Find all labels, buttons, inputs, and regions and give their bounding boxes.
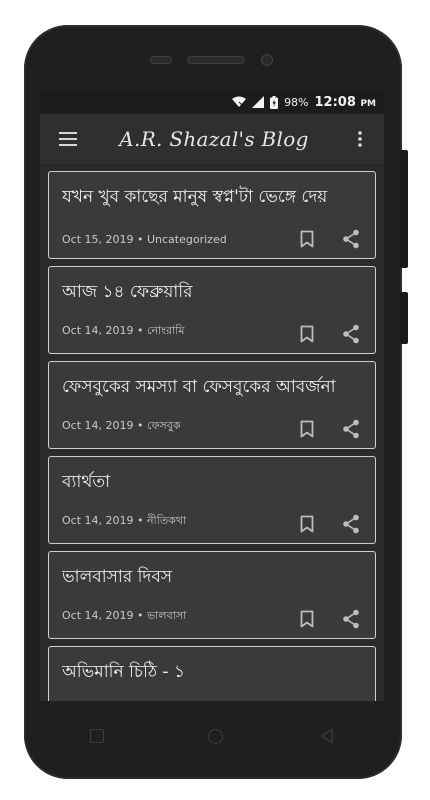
- post-category[interactable]: নীতিকথা: [147, 514, 186, 527]
- post-title[interactable]: আজ ১৪ ফেব্রুয়ারি: [62, 279, 363, 305]
- post-list: যখন খুব কাছের মানুষ স্বপ্ন'টা ভেঙ্গে দেয…: [40, 165, 384, 701]
- hamburger-menu-icon[interactable]: [56, 127, 80, 151]
- post-actions: [297, 229, 361, 249]
- bookmark-icon[interactable]: [297, 514, 317, 534]
- more-options-icon[interactable]: [348, 127, 372, 151]
- post-title[interactable]: ভালবাসার দিবস: [62, 564, 363, 590]
- earpiece-speaker: [187, 56, 245, 64]
- share-icon[interactable]: [341, 324, 361, 344]
- recent-apps-icon[interactable]: [90, 729, 104, 743]
- post-meta: Oct 14, 2019 • নীতিকথা: [62, 514, 187, 527]
- bookmark-icon[interactable]: [297, 324, 317, 344]
- battery-level: 98%: [284, 95, 309, 109]
- post-actions: [297, 514, 361, 534]
- post-date: Oct 14, 2019: [62, 324, 134, 337]
- post-category[interactable]: Uncategorized: [147, 233, 227, 246]
- post-card[interactable]: যখন খুব কাছের মানুষ স্বপ্ন'টা ভেঙ্গে দেয…: [48, 171, 376, 259]
- post-title[interactable]: অভিমানি চিঠি - ১: [62, 659, 363, 685]
- signal-icon: [252, 96, 265, 108]
- post-meta: Oct 14, 2019 • ভালবাসা: [62, 609, 187, 622]
- battery-icon: [270, 95, 279, 109]
- share-icon[interactable]: [341, 229, 361, 249]
- post-date: Oct 15, 2019: [62, 233, 134, 246]
- post-title[interactable]: যখন খুব কাছের মানুষ স্বপ্ন'টা ভেঙ্গে দেয…: [62, 184, 363, 210]
- post-date: Oct 14, 2019: [62, 419, 134, 432]
- status-time: 12:08 PM: [314, 94, 376, 110]
- post-date: Oct 14, 2019: [62, 514, 134, 527]
- post-actions: [297, 609, 361, 629]
- share-icon[interactable]: [341, 514, 361, 534]
- share-icon[interactable]: [341, 609, 361, 629]
- post-meta: Oct 15, 2019 • Uncategorized: [62, 233, 227, 246]
- post-card[interactable]: ব্যার্থতা Oct 14, 2019 • নীতিকথা: [48, 456, 376, 544]
- home-icon[interactable]: [208, 729, 223, 744]
- share-icon[interactable]: [341, 419, 361, 439]
- post-date: Oct 14, 2019: [62, 609, 134, 622]
- post-card[interactable]: ফেসবুকের সমস্যা বা ফেসবুকের আবর্জনা Oct …: [48, 361, 376, 449]
- volume-button: [400, 150, 408, 268]
- post-category[interactable]: ভালবাসা: [147, 609, 186, 622]
- post-card[interactable]: অভিমানি চিঠি - ১: [48, 646, 376, 701]
- proximity-sensor: [150, 56, 172, 64]
- post-actions: [297, 419, 361, 439]
- front-camera: [261, 54, 273, 66]
- app-bar: A.R. Shazal's Blog: [40, 114, 384, 165]
- wifi-icon: [232, 96, 247, 108]
- post-actions: [297, 324, 361, 344]
- post-meta: Oct 14, 2019 • ফেসবুক: [62, 419, 181, 432]
- post-title[interactable]: ব্যার্থতা: [62, 469, 363, 495]
- post-category[interactable]: নোংরামি: [147, 324, 184, 337]
- back-icon[interactable]: [320, 728, 334, 748]
- bookmark-icon[interactable]: [297, 229, 317, 249]
- status-bar: 98% 12:08 PM: [40, 90, 384, 114]
- bookmark-icon[interactable]: [297, 609, 317, 629]
- post-card[interactable]: আজ ১৪ ফেব্রুয়ারি Oct 14, 2019 • নোংরামি: [48, 266, 376, 354]
- post-category[interactable]: ফেসবুক: [147, 419, 181, 432]
- app-title: A.R. Shazal's Blog: [119, 127, 309, 151]
- post-title[interactable]: ফেসবুকের সমস্যা বা ফেসবুকের আবর্জনা: [62, 374, 363, 400]
- screen: 98% 12:08 PM A.R. Shazal's Blog যখন খুব …: [40, 90, 384, 701]
- bookmark-icon[interactable]: [297, 419, 317, 439]
- power-button: [400, 292, 408, 344]
- post-card[interactable]: ভালবাসার দিবস Oct 14, 2019 • ভালবাসা: [48, 551, 376, 639]
- post-meta: Oct 14, 2019 • নোংরামি: [62, 324, 185, 337]
